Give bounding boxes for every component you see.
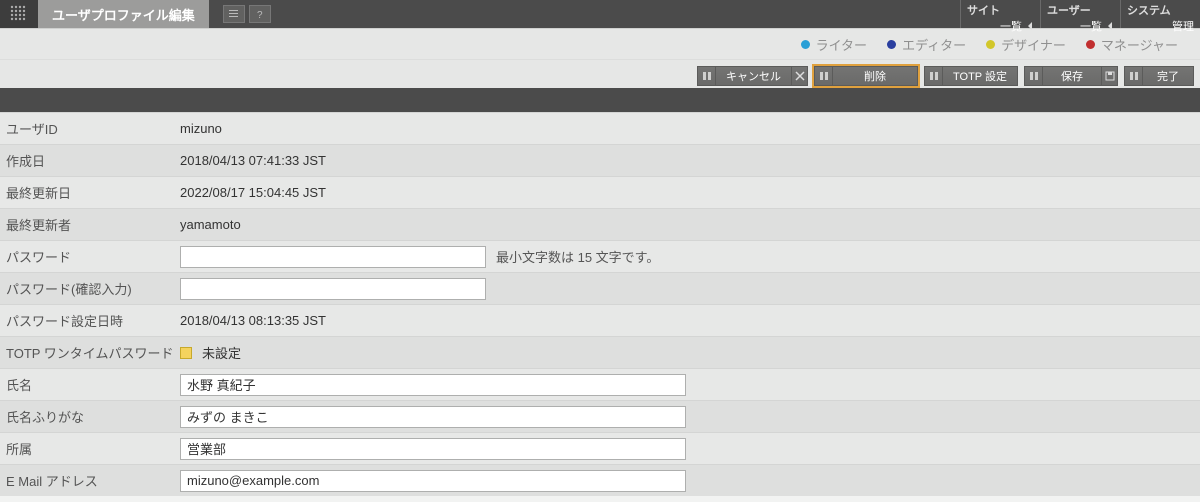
grip-icon	[1125, 67, 1143, 85]
svg-text:?: ?	[257, 10, 263, 20]
row-totp: TOTP ワンタイムパスワード 未設定	[0, 336, 1200, 368]
grip-icon	[925, 67, 943, 85]
dot-icon	[986, 40, 995, 49]
menu-system-title: システム	[1127, 2, 1194, 18]
menu-user-sub: 一覧	[1047, 18, 1114, 34]
row-dept: 所属	[0, 432, 1200, 464]
top-menu: サイト 一覧 ユーザー 一覧 システム 管理	[960, 0, 1200, 28]
dot-icon	[887, 40, 896, 49]
email-input[interactable]	[180, 470, 686, 492]
row-user-id: ユーザID mizuno	[0, 112, 1200, 144]
menu-user[interactable]: ユーザー 一覧	[1040, 0, 1120, 28]
profile-form: ユーザID mizuno 作成日 2018/04/13 07:41:33 JST…	[0, 112, 1200, 496]
value-password-set-at: 2018/04/13 08:13:35 JST	[180, 313, 1200, 328]
label-updated: 最終更新日	[0, 183, 180, 202]
menu-system-sub: 管理	[1127, 18, 1194, 34]
legend-editor: エディター	[887, 35, 966, 54]
row-name: 氏名	[0, 368, 1200, 400]
label-created: 作成日	[0, 151, 180, 170]
chevron-left-icon	[1106, 22, 1114, 30]
value-updated: 2022/08/17 15:04:45 JST	[180, 185, 1200, 200]
row-kana: 氏名ふりがな	[0, 400, 1200, 432]
label-name: 氏名	[0, 375, 180, 394]
row-password: パスワード 最小文字数は 15 文字です。	[0, 240, 1200, 272]
value-created: 2018/04/13 07:41:33 JST	[180, 153, 1200, 168]
grip-icon	[815, 67, 833, 85]
dot-icon	[801, 40, 810, 49]
cancel-button[interactable]: キャンセル	[697, 66, 808, 86]
dept-input[interactable]	[180, 438, 686, 460]
password-confirm-input[interactable]	[180, 278, 486, 300]
dot-icon	[1086, 40, 1095, 49]
tab-subcontrols: ?	[209, 0, 271, 28]
done-button[interactable]: 完了	[1124, 66, 1194, 86]
label-password-confirm: パスワード(確認入力)	[0, 279, 180, 298]
legend-manager: マネージャー	[1086, 35, 1178, 54]
row-updated: 最終更新日 2022/08/17 15:04:45 JST	[0, 176, 1200, 208]
value-updater: yamamoto	[180, 217, 1200, 232]
grip-icon	[1025, 67, 1043, 85]
delete-button[interactable]: 削除	[814, 66, 918, 86]
page-title: ユーザプロファイル編集	[52, 5, 195, 24]
label-password: パスワード	[0, 247, 180, 266]
help-button[interactable]: ?	[249, 5, 271, 23]
legend-designer: デザイナー	[986, 35, 1066, 54]
kana-input[interactable]	[180, 406, 686, 428]
value-user-id: mizuno	[180, 121, 1200, 136]
menu-site-title: サイト	[967, 2, 1034, 18]
save-icon	[1101, 67, 1117, 85]
page-title-tab: ユーザプロファイル編集	[38, 0, 209, 28]
value-totp: 未設定	[202, 343, 241, 362]
menu-system[interactable]: システム 管理	[1120, 0, 1200, 28]
row-password-set-at: パスワード設定日時 2018/04/13 08:13:35 JST	[0, 304, 1200, 336]
flag-icon	[180, 347, 192, 359]
action-bar-backdrop: キャンセル 削除 TOTP 設定 保存	[0, 88, 1200, 112]
row-email: E Mail アドレス	[0, 464, 1200, 496]
password-input[interactable]	[180, 246, 486, 268]
close-icon	[791, 67, 807, 85]
label-user-id: ユーザID	[0, 119, 180, 138]
app-icon	[0, 0, 38, 28]
menu-site[interactable]: サイト 一覧	[960, 0, 1040, 28]
menu-user-title: ユーザー	[1047, 2, 1114, 18]
name-input[interactable]	[180, 374, 686, 396]
action-bar: キャンセル 削除 TOTP 設定 保存	[697, 66, 1194, 86]
window-topbar: ユーザプロファイル編集 ? サイト 一覧 ユーザー 一覧 システム 管理	[0, 0, 1200, 28]
label-kana: 氏名ふりがな	[0, 407, 180, 426]
legend-writer: ライター	[801, 35, 867, 54]
label-totp: TOTP ワンタイムパスワード	[0, 343, 180, 362]
save-button[interactable]: 保存	[1024, 66, 1118, 86]
chevron-left-icon	[1026, 22, 1034, 30]
back-button[interactable]	[223, 5, 245, 23]
row-updater: 最終更新者 yamamoto	[0, 208, 1200, 240]
menu-site-sub: 一覧	[967, 18, 1034, 34]
password-hint: 最小文字数は 15 文字です。	[496, 247, 659, 266]
grip-icon	[698, 67, 716, 85]
totp-settings-button[interactable]: TOTP 設定	[924, 66, 1018, 86]
row-password-confirm: パスワード(確認入力)	[0, 272, 1200, 304]
label-dept: 所属	[0, 439, 180, 458]
label-email: E Mail アドレス	[0, 471, 180, 490]
row-created: 作成日 2018/04/13 07:41:33 JST	[0, 144, 1200, 176]
label-password-set-at: パスワード設定日時	[0, 311, 180, 330]
label-updater: 最終更新者	[0, 215, 180, 234]
